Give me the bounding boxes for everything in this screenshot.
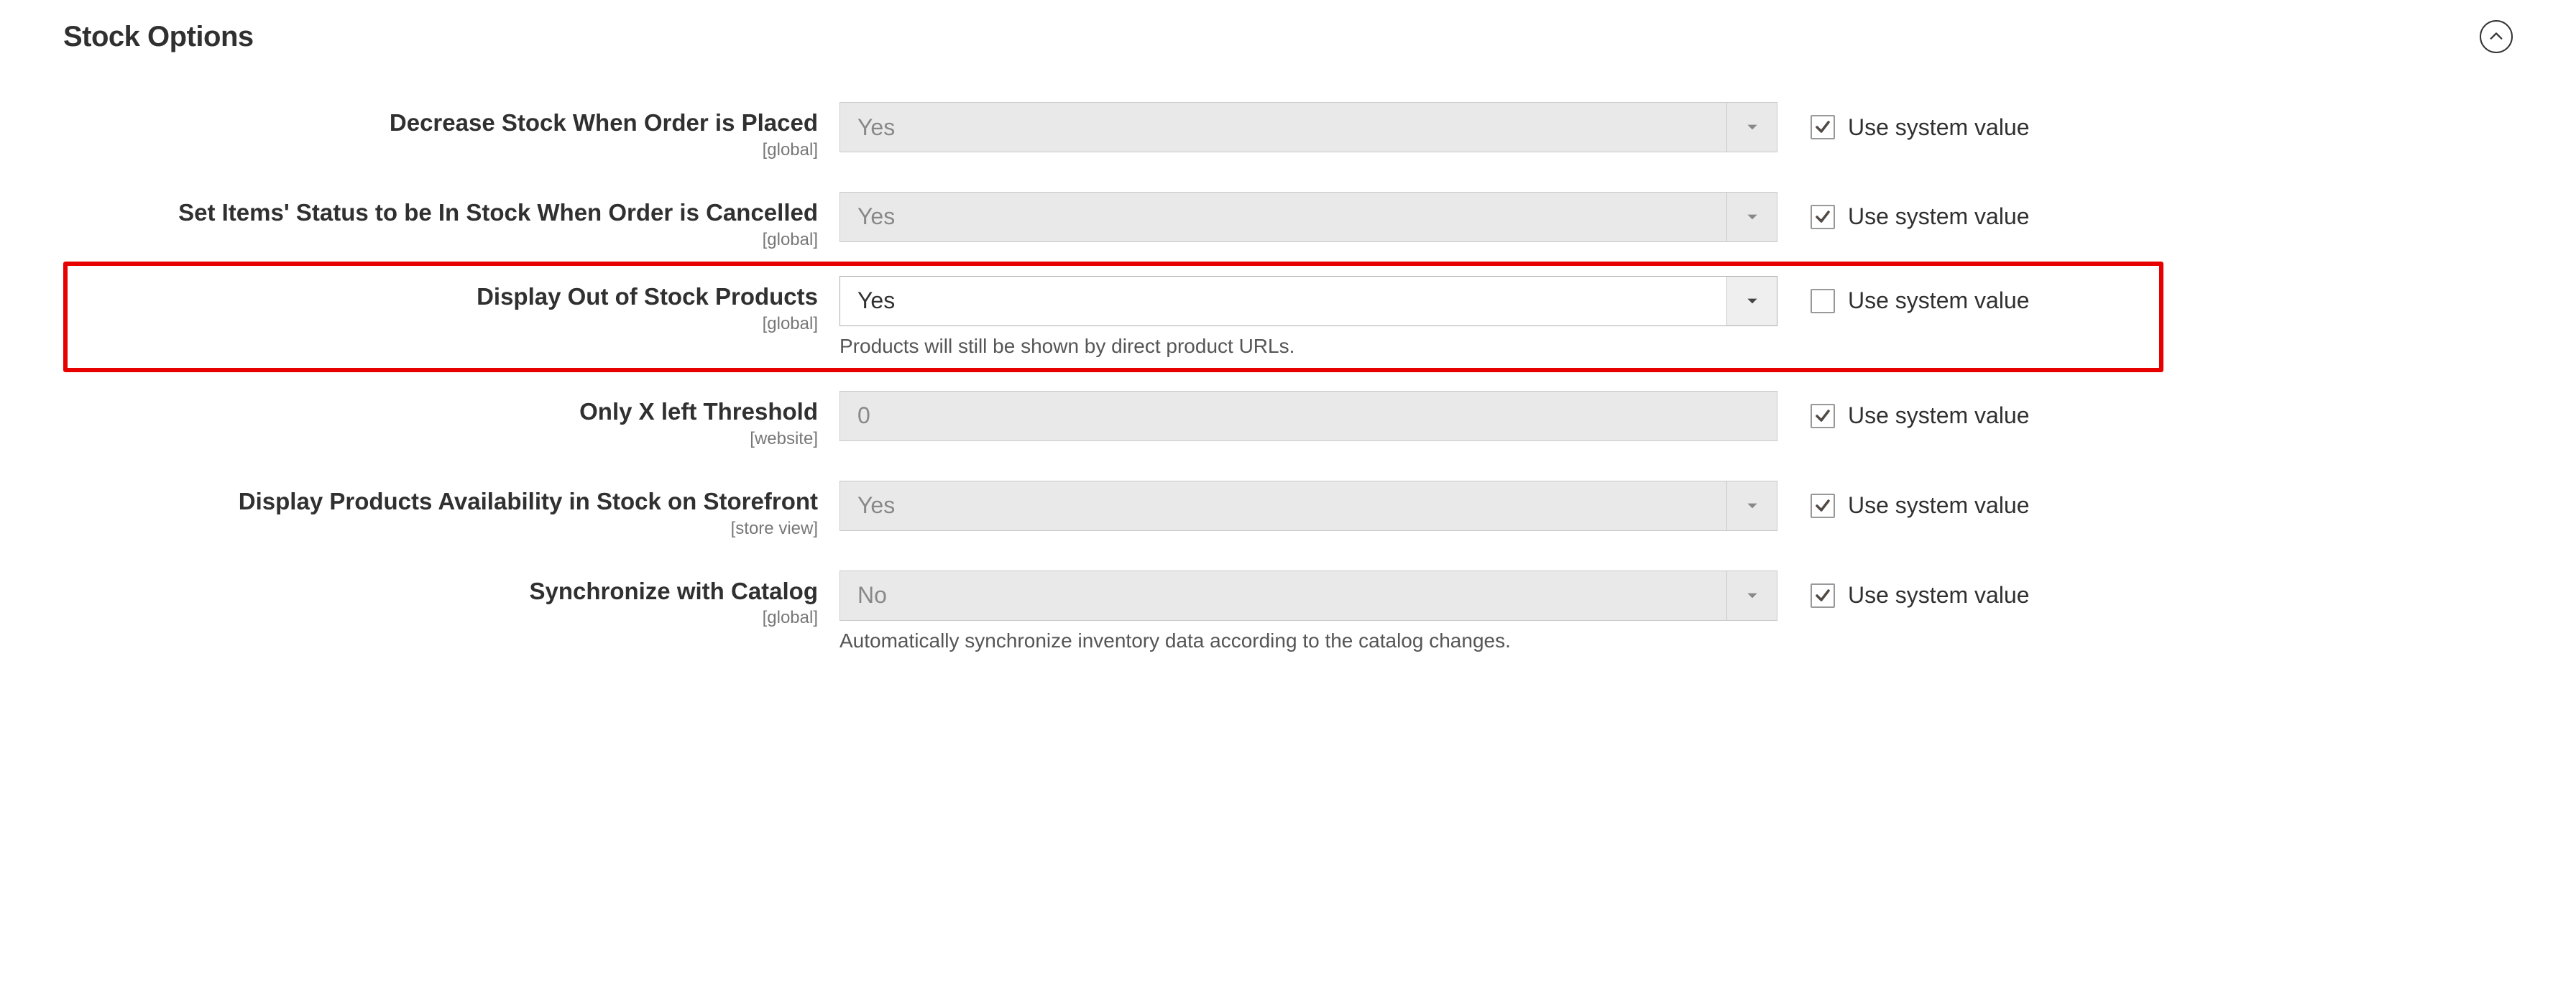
display-availability-select: Yes <box>840 481 1777 531</box>
field-scope: [global] <box>68 314 818 334</box>
select-value: Yes <box>840 103 1726 152</box>
field-row-display-out-of-stock: Display Out of Stock Products [global] Y… <box>68 273 2159 361</box>
use-system-value-label: Use system value <box>1848 582 2030 609</box>
use-system-value-label: Use system value <box>1848 402 2030 429</box>
select-value: No <box>840 571 1726 620</box>
field-row-set-instock-cancel: Set Items' Status to be In Stock When Or… <box>63 186 2513 256</box>
field-row-sync-catalog: Synchronize with Catalog [global] No Aut… <box>63 565 2513 658</box>
select-value: Yes <box>840 193 1726 241</box>
use-system-value-label: Use system value <box>1848 114 2030 141</box>
chevron-up-icon <box>2488 29 2504 45</box>
field-label: Decrease Stock When Order is Placed <box>63 108 818 139</box>
sync-catalog-select: No <box>840 571 1777 621</box>
chevron-down-icon <box>1726 481 1777 530</box>
input-value: 0 <box>857 402 870 429</box>
use-system-value-label: Use system value <box>1848 203 2030 230</box>
field-scope: [global] <box>63 608 818 628</box>
select-value: Yes <box>840 481 1726 530</box>
section-title: Stock Options <box>63 21 254 53</box>
chevron-down-icon <box>1726 277 1777 326</box>
check-icon <box>1814 407 1831 425</box>
display-out-of-stock-select[interactable]: Yes <box>840 276 1777 326</box>
field-scope: [website] <box>63 429 818 449</box>
chevron-down-icon <box>1726 193 1777 241</box>
check-icon <box>1814 497 1831 514</box>
field-label: Synchronize with Catalog <box>63 576 818 607</box>
field-help-text: Automatically synchronize inventory data… <box>840 629 1777 652</box>
set-instock-cancel-select: Yes <box>840 192 1777 242</box>
section-header: Stock Options <box>63 20 2513 53</box>
field-scope: [global] <box>63 140 818 160</box>
field-label: Only X left Threshold <box>63 397 818 428</box>
check-icon <box>1814 208 1831 226</box>
field-scope: [store view] <box>63 519 818 539</box>
use-system-value-label: Use system value <box>1848 287 2030 314</box>
use-system-value-checkbox[interactable] <box>1811 289 1835 313</box>
use-system-value-checkbox[interactable] <box>1811 205 1835 229</box>
field-row-display-availability: Display Products Availability in Stock o… <box>63 475 2513 545</box>
field-row-decrease-stock: Decrease Stock When Order is Placed [glo… <box>63 96 2513 166</box>
use-system-value-checkbox[interactable] <box>1811 494 1835 518</box>
use-system-value-checkbox[interactable] <box>1811 115 1835 139</box>
use-system-value-checkbox[interactable] <box>1811 583 1835 608</box>
chevron-down-icon <box>1726 103 1777 152</box>
chevron-down-icon <box>1726 571 1777 620</box>
highlight-box: Display Out of Stock Products [global] Y… <box>63 262 2163 372</box>
field-label: Display Out of Stock Products <box>68 282 818 313</box>
collapse-section-button[interactable] <box>2480 20 2513 53</box>
field-row-only-x-left: Only X left Threshold [website] 0 Use sy… <box>63 385 2513 455</box>
field-scope: [global] <box>63 230 818 250</box>
field-help-text: Products will still be shown by direct p… <box>840 335 1777 358</box>
decrease-stock-select: Yes <box>840 102 1777 152</box>
use-system-value-checkbox[interactable] <box>1811 404 1835 428</box>
field-label: Display Products Availability in Stock o… <box>63 486 818 517</box>
use-system-value-label: Use system value <box>1848 492 2030 519</box>
check-icon <box>1814 587 1831 604</box>
check-icon <box>1814 119 1831 136</box>
select-value: Yes <box>840 277 1726 326</box>
field-label: Set Items' Status to be In Stock When Or… <box>63 198 818 228</box>
only-x-left-input: 0 <box>840 391 1777 441</box>
